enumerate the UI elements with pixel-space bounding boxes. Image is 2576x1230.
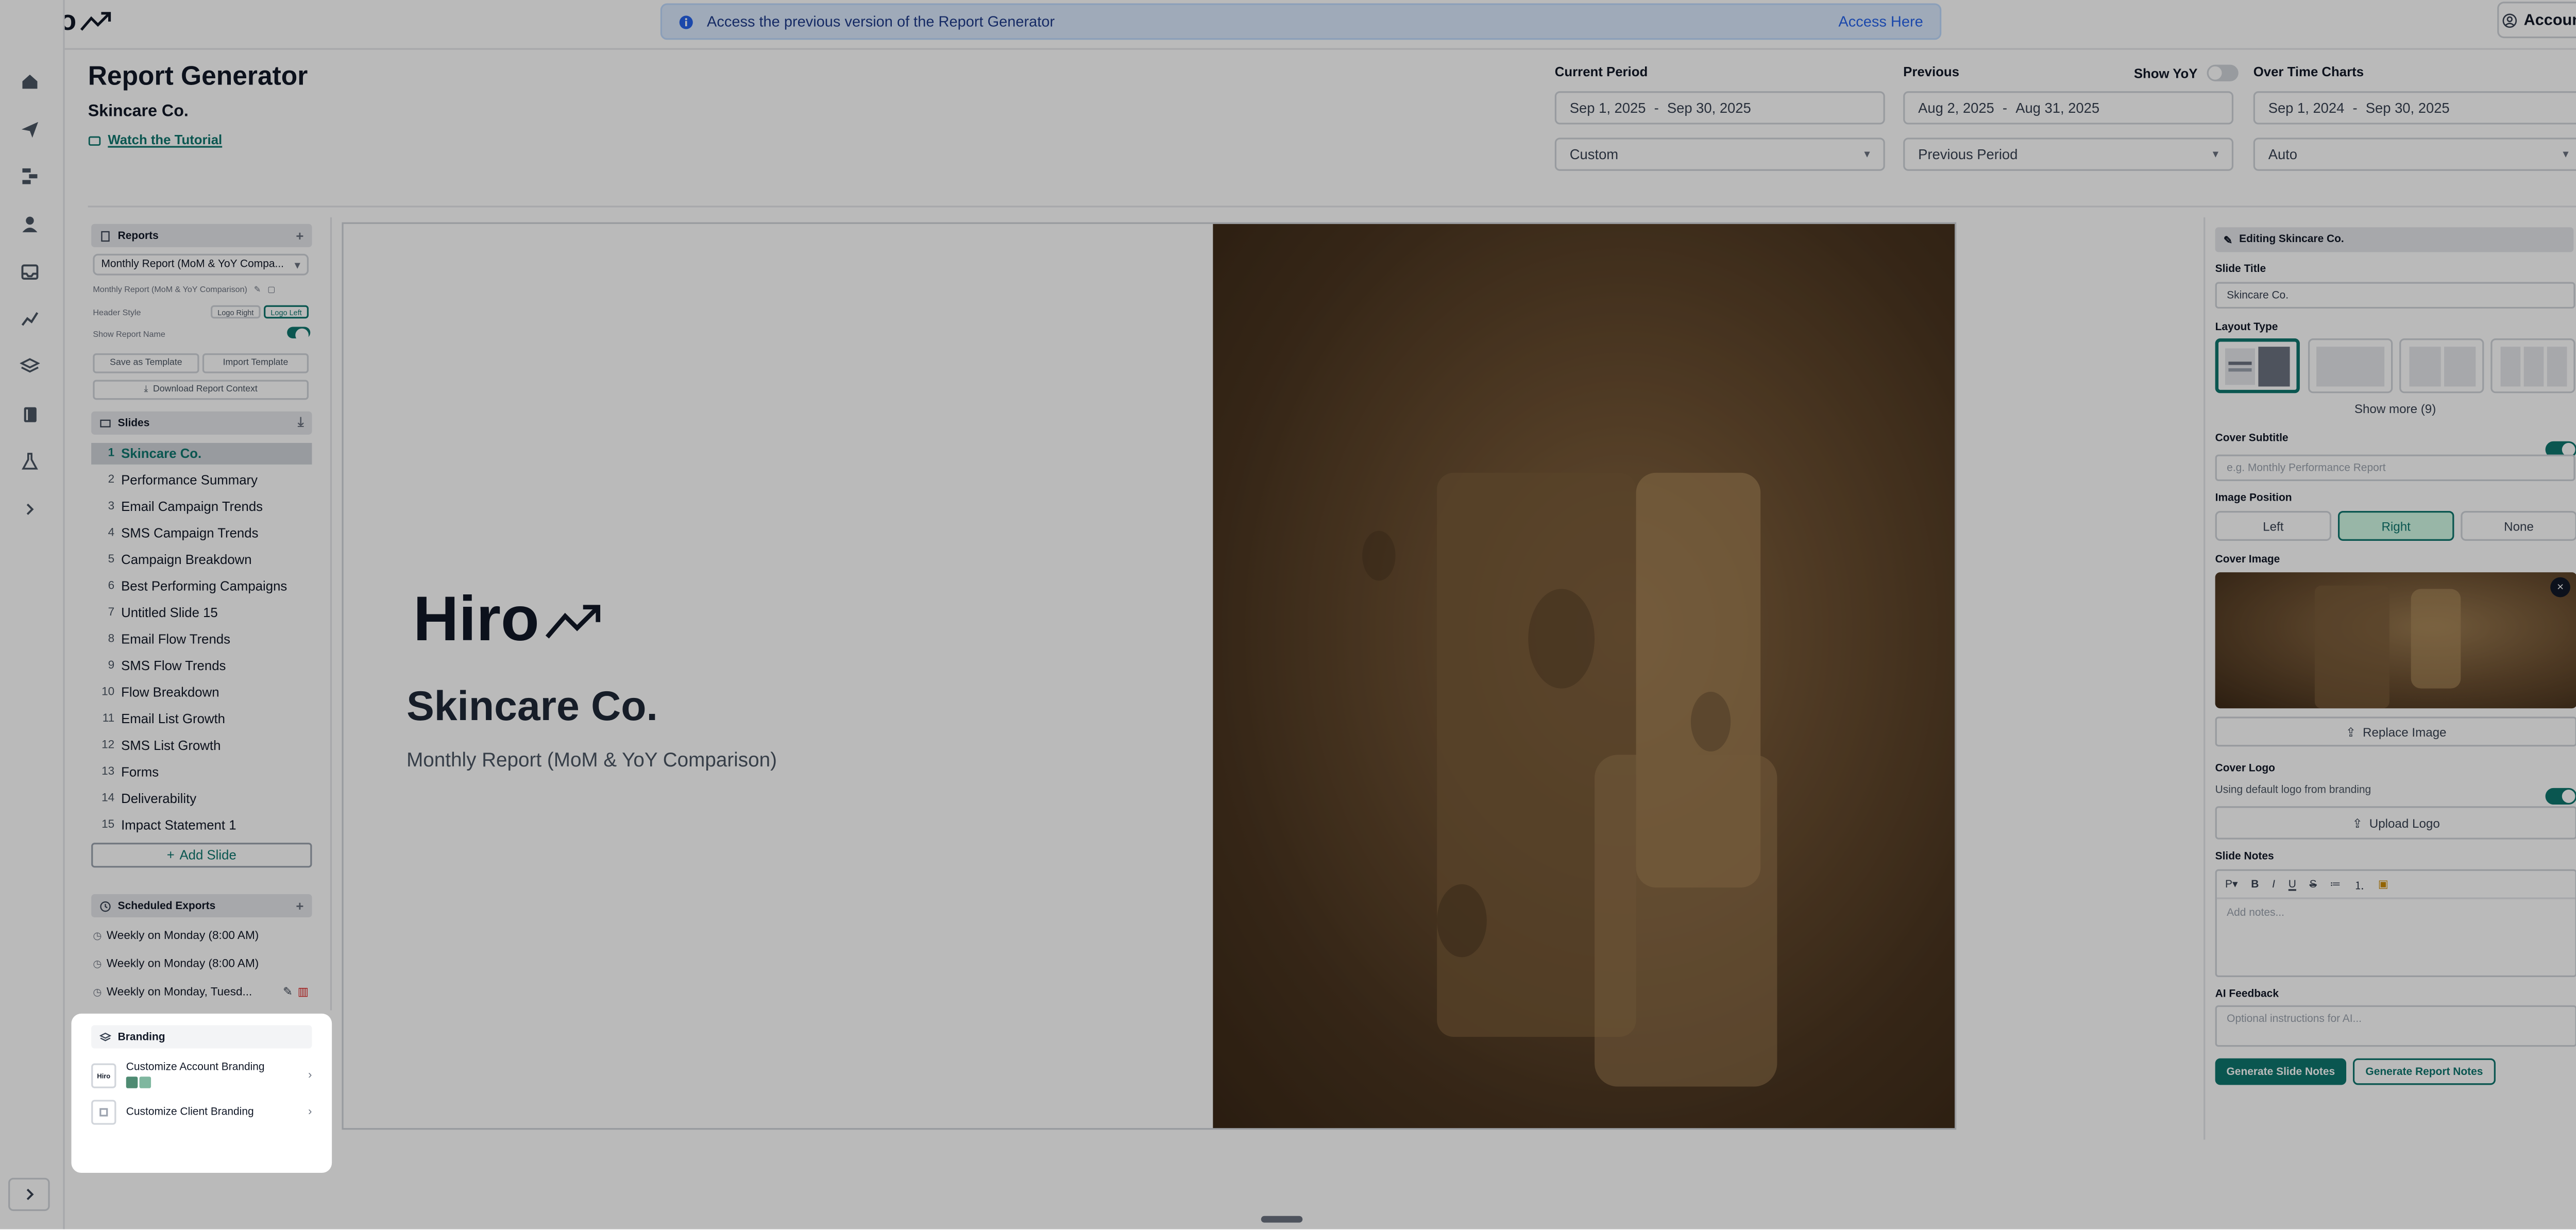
client-branding-label: Customize Client Branding [126,1106,254,1118]
branding-heading: Branding [117,1031,165,1043]
account-branding-text: Customize Account Branding [126,1062,265,1088]
brand-swatches [126,1077,265,1088]
placeholder-icon [99,1108,108,1117]
account-logo-thumbnail: Hiro [91,1062,116,1088]
modal-backdrop[interactable] [0,0,2576,1229]
customize-client-branding-item[interactable]: Customize Client Branding › [91,1098,312,1126]
brand-swatch-primary [126,1077,138,1088]
account-branding-label: Customize Account Branding [126,1062,265,1073]
customize-account-branding-item[interactable]: Hiro Customize Account Branding › [91,1057,312,1094]
layers-icon [99,1031,111,1043]
account-logo-text: Hiro [97,1070,111,1080]
brand-swatch-secondary [139,1077,151,1088]
client-logo-placeholder [91,1100,116,1125]
chevron-right-icon: › [308,1106,312,1118]
branding-header: Branding [91,1025,312,1049]
branding-popover: Branding Hiro Customize Account Branding… [71,1013,332,1173]
chevron-right-icon: › [308,1069,312,1081]
